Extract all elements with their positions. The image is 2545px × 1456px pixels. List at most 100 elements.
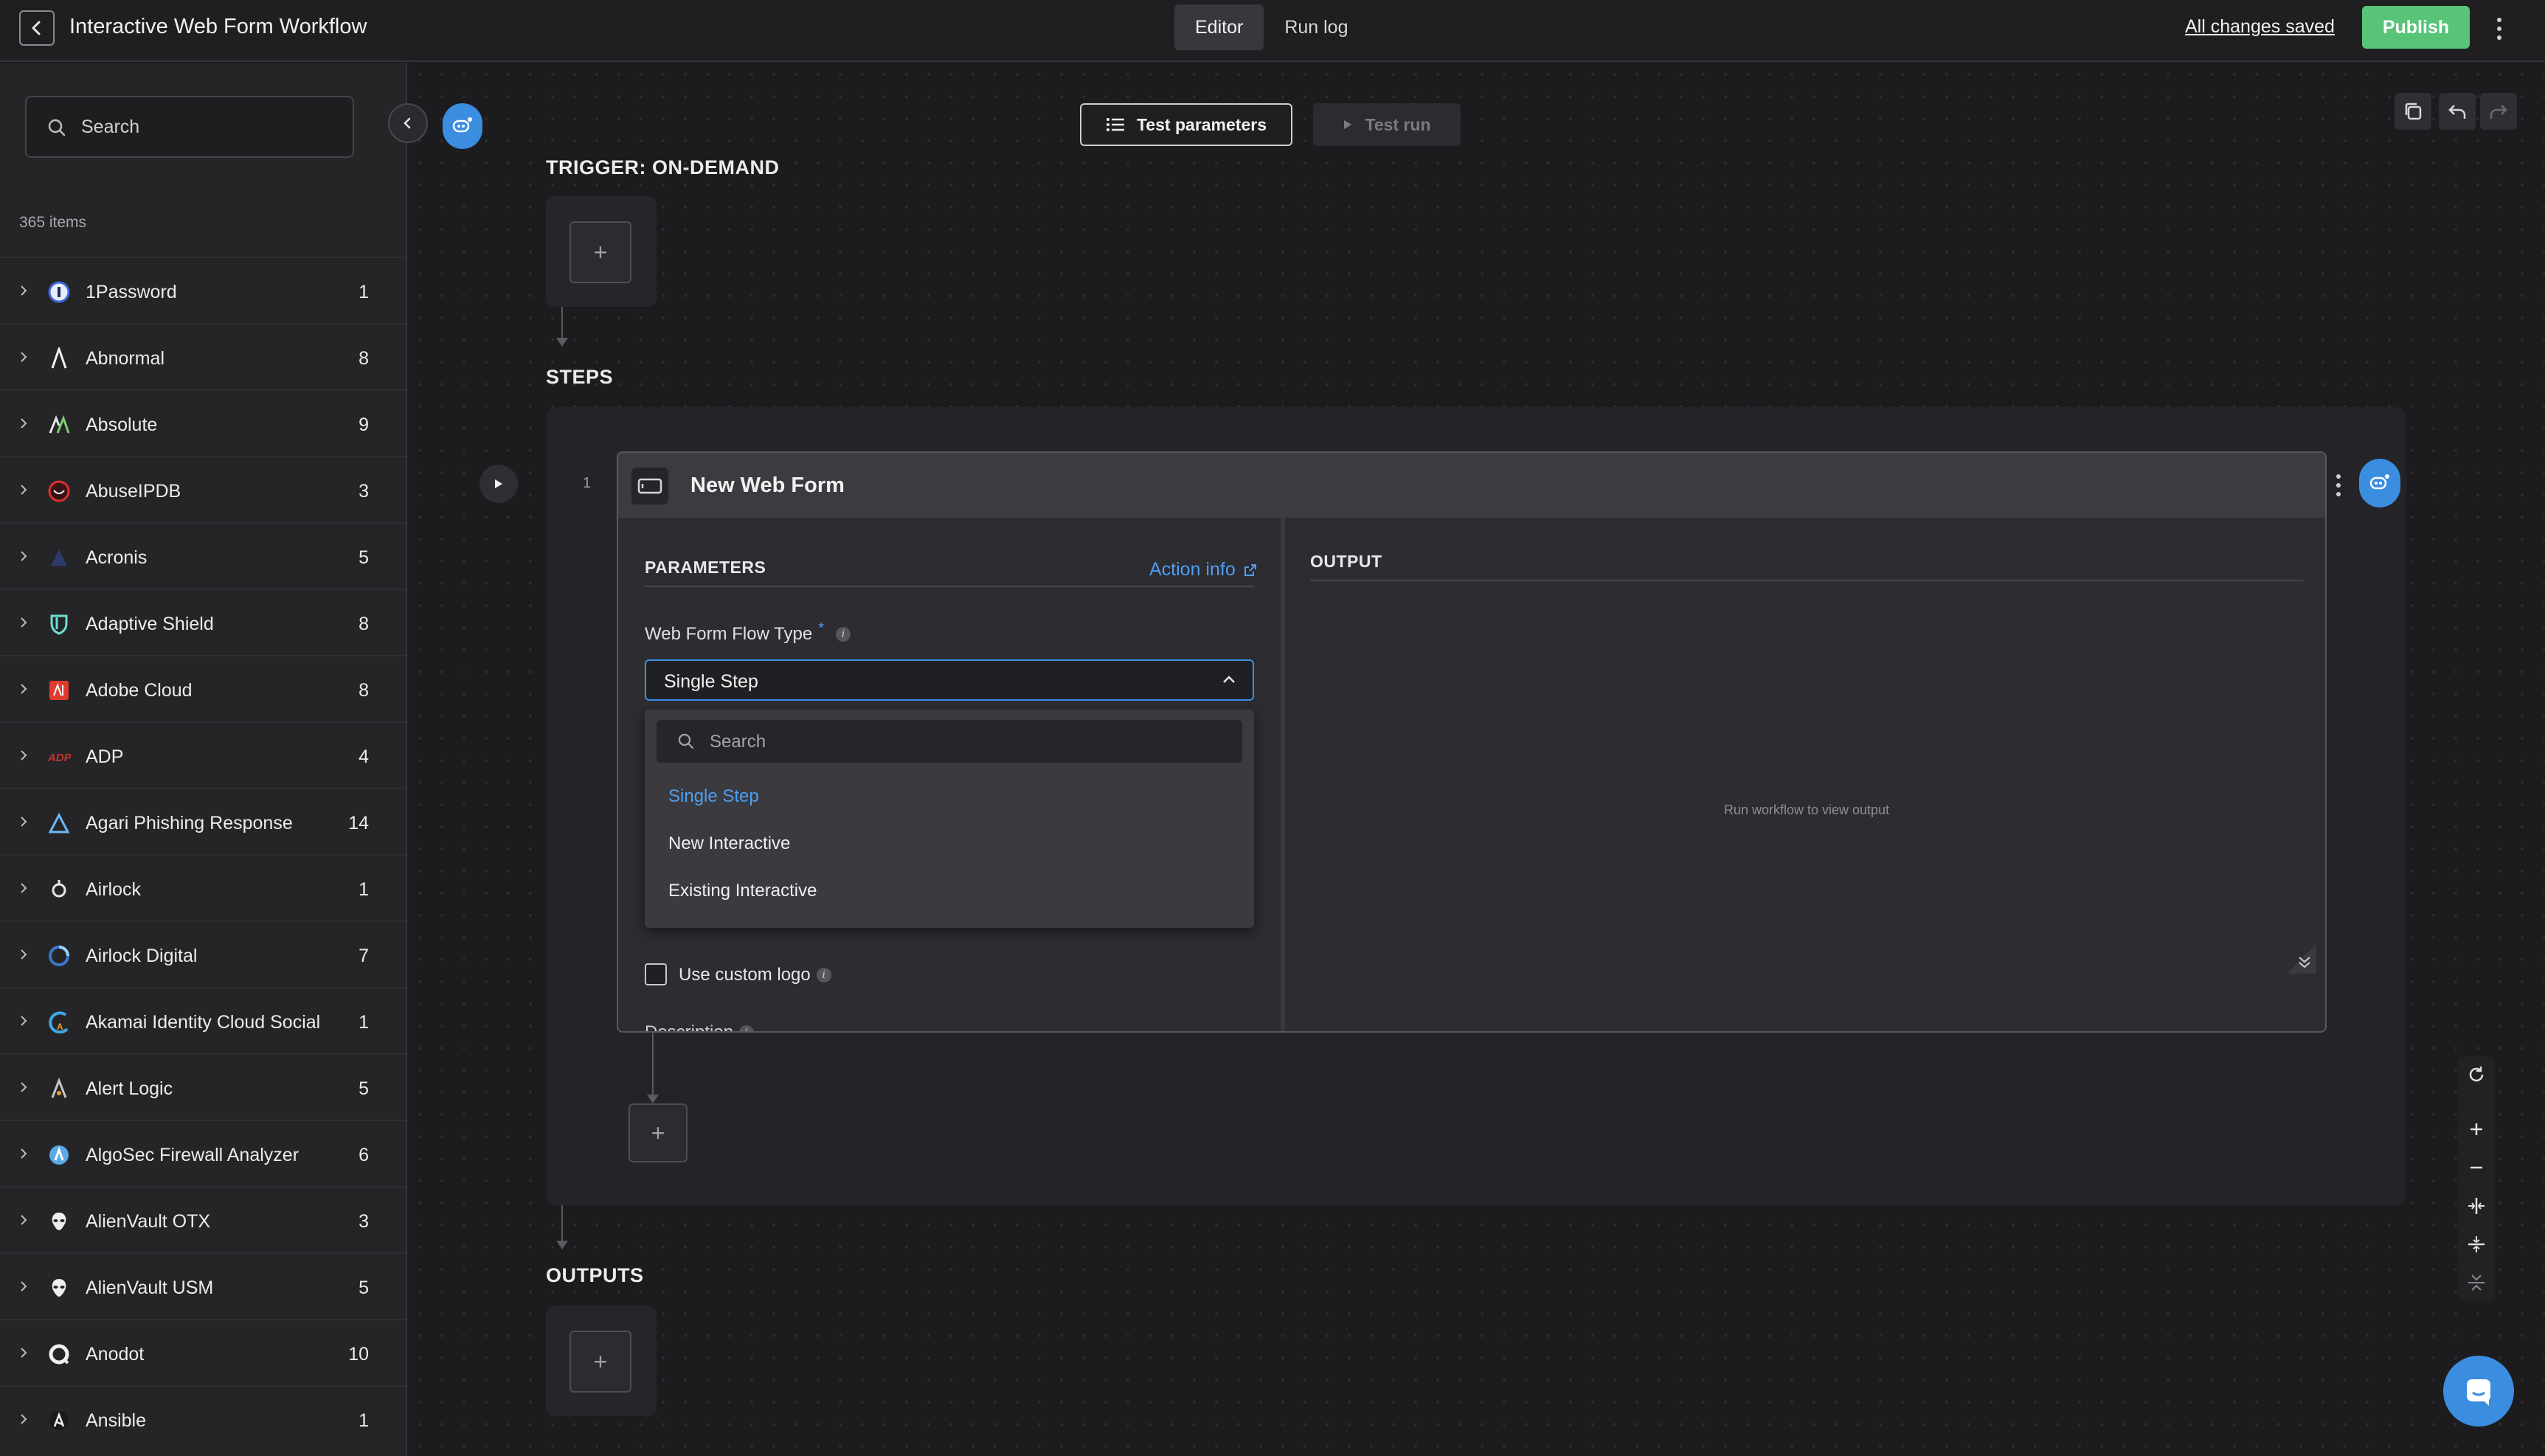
redo-button[interactable] <box>2480 93 2517 130</box>
zoom-out-button[interactable] <box>2458 1149 2495 1186</box>
integration-name: Agari Phishing Response <box>86 813 293 833</box>
sidebar-search-input[interactable]: Search <box>25 96 354 158</box>
list-item[interactable]: Airlock 1 <box>0 854 406 921</box>
integration-count: 4 <box>359 746 369 767</box>
list-item[interactable]: AlienVault USM 5 <box>0 1252 406 1319</box>
flow-type-label: Web Form Flow Type * i <box>645 620 851 645</box>
list-item[interactable]: AlienVault OTX 3 <box>0 1186 406 1252</box>
connector-line <box>652 1033 654 1099</box>
publish-button[interactable]: Publish <box>2362 6 2470 49</box>
outputs-title: OUTPUTS <box>546 1264 644 1286</box>
fit-vertical-icon <box>2468 1236 2485 1252</box>
play-icon <box>1344 120 1352 129</box>
collapse-all-button[interactable] <box>2458 1264 2495 1301</box>
acronis-logo-icon <box>47 546 71 569</box>
connector-arrow <box>556 338 568 347</box>
list-item[interactable]: AlgoSec Firewall Analyzer 6 <box>0 1120 406 1186</box>
chevron-right-icon <box>21 883 27 893</box>
list-item[interactable]: A Akamai Identity Cloud Social 1 <box>0 987 406 1053</box>
custom-logo-checkbox[interactable] <box>645 963 667 985</box>
custom-logo-label-text: Use custom logo <box>679 965 811 985</box>
integration-count: 1 <box>359 1410 369 1431</box>
collapse-sidebar-button[interactable] <box>388 103 428 143</box>
list-item[interactable]: Airlock Digital 7 <box>0 921 406 987</box>
adp-logo-icon: ADP <box>47 745 71 769</box>
test-parameters-button[interactable]: Test parameters <box>1080 103 1292 146</box>
flow-type-select[interactable]: Single Step <box>645 659 1254 701</box>
integration-count: 1 <box>359 282 369 302</box>
list-item[interactable]: Absolute 9 <box>0 389 406 456</box>
flow-type-label-text: Web Form Flow Type <box>645 624 813 644</box>
selected-value: Single Step <box>664 671 758 692</box>
list-item[interactable]: Alert Logic 5 <box>0 1053 406 1120</box>
integration-name: Airlock Digital <box>86 946 198 966</box>
history-tools <box>2439 93 2517 130</box>
list-item[interactable]: AbuseIPDB 3 <box>0 456 406 522</box>
fit-height-button[interactable] <box>2458 1226 2495 1263</box>
option-existing-interactive[interactable]: Existing Interactive <box>668 881 817 901</box>
connector-arrow <box>556 1241 568 1249</box>
info-icon[interactable]: i <box>835 627 851 642</box>
zoom-in-button[interactable] <box>2458 1111 2495 1148</box>
chevron-right-icon <box>21 817 27 827</box>
trigger-title: TRIGGER: ON-DEMAND <box>546 156 780 178</box>
top-bar: Interactive Web Form Workflow Editor Run… <box>0 0 2545 62</box>
step-assistant-icon[interactable] <box>2359 459 2400 507</box>
integration-count: 6 <box>359 1145 369 1165</box>
copy-button[interactable] <box>2395 93 2431 130</box>
integration-count: 7 <box>359 946 369 966</box>
integration-name: Airlock <box>86 879 142 900</box>
integration-name: Acronis <box>86 547 148 568</box>
step-header[interactable]: New Web Form <box>618 453 2325 518</box>
copy-icon <box>2405 103 2422 120</box>
action-info-label: Action info <box>1149 559 1236 580</box>
expand-down-icon[interactable] <box>2296 953 2313 971</box>
external-link-icon <box>1244 564 1256 576</box>
list-item[interactable]: Adobe Cloud 8 <box>0 655 406 721</box>
minus-icon <box>2470 1166 2482 1169</box>
add-step-button[interactable]: + <box>629 1103 688 1162</box>
integration-name: Abnormal <box>86 348 165 369</box>
run-step-button[interactable] <box>479 465 518 503</box>
list-item[interactable]: Ansible 1 <box>0 1385 406 1452</box>
test-run-button[interactable]: Test run <box>1313 103 1461 146</box>
list-item[interactable]: ADP ADP 4 <box>0 721 406 788</box>
abnormal-logo-icon <box>47 347 71 370</box>
outputs-slot: + <box>546 1306 657 1416</box>
chevron-right-icon <box>21 949 27 960</box>
chevron-right-icon <box>21 352 27 362</box>
tab-run-log[interactable]: Run log <box>1264 4 1368 50</box>
option-new-interactive[interactable]: New Interactive <box>668 833 790 854</box>
option-single-step[interactable]: Single Step <box>668 786 759 807</box>
list-item[interactable]: Acronis 5 <box>0 522 406 589</box>
chevron-right-icon <box>21 551 27 561</box>
dropdown-search-input[interactable]: Search <box>657 720 1242 763</box>
saved-status-link[interactable]: All changes saved <box>2185 16 2335 38</box>
back-button[interactable] <box>19 10 55 46</box>
chat-support-button[interactable] <box>2443 1356 2514 1426</box>
plus-icon <box>2470 1123 2482 1135</box>
more-options-icon[interactable] <box>2490 10 2508 47</box>
assistant-icon[interactable] <box>443 103 482 149</box>
add-output-button[interactable]: + <box>569 1331 631 1393</box>
add-trigger-button[interactable]: + <box>569 221 631 283</box>
info-icon[interactable]: i <box>816 968 831 982</box>
list-item[interactable]: 1Password 1 <box>0 257 406 323</box>
chevron-right-icon <box>21 1348 27 1358</box>
list-item[interactable]: Abnormal 8 <box>0 323 406 389</box>
action-info-link[interactable]: Action info <box>1149 559 1258 580</box>
ansible-logo-icon <box>47 1409 71 1432</box>
list-item[interactable]: Agari Phishing Response 14 <box>0 788 406 854</box>
info-icon[interactable]: i <box>739 1025 755 1031</box>
chevron-right-icon <box>21 1281 27 1292</box>
list-item[interactable]: Anodot 10 <box>0 1319 406 1385</box>
step-more-icon[interactable] <box>2331 469 2346 502</box>
undo-button[interactable] <box>2439 93 2476 130</box>
list-item[interactable]: Adaptive Shield 8 <box>0 589 406 655</box>
reset-view-button[interactable] <box>2458 1056 2495 1093</box>
tab-editor[interactable]: Editor <box>1174 4 1264 50</box>
integration-name: ADP <box>86 746 124 767</box>
fit-width-button[interactable] <box>2458 1188 2495 1224</box>
zoom-controls <box>2458 1056 2495 1301</box>
step-number: 1 <box>583 475 592 491</box>
